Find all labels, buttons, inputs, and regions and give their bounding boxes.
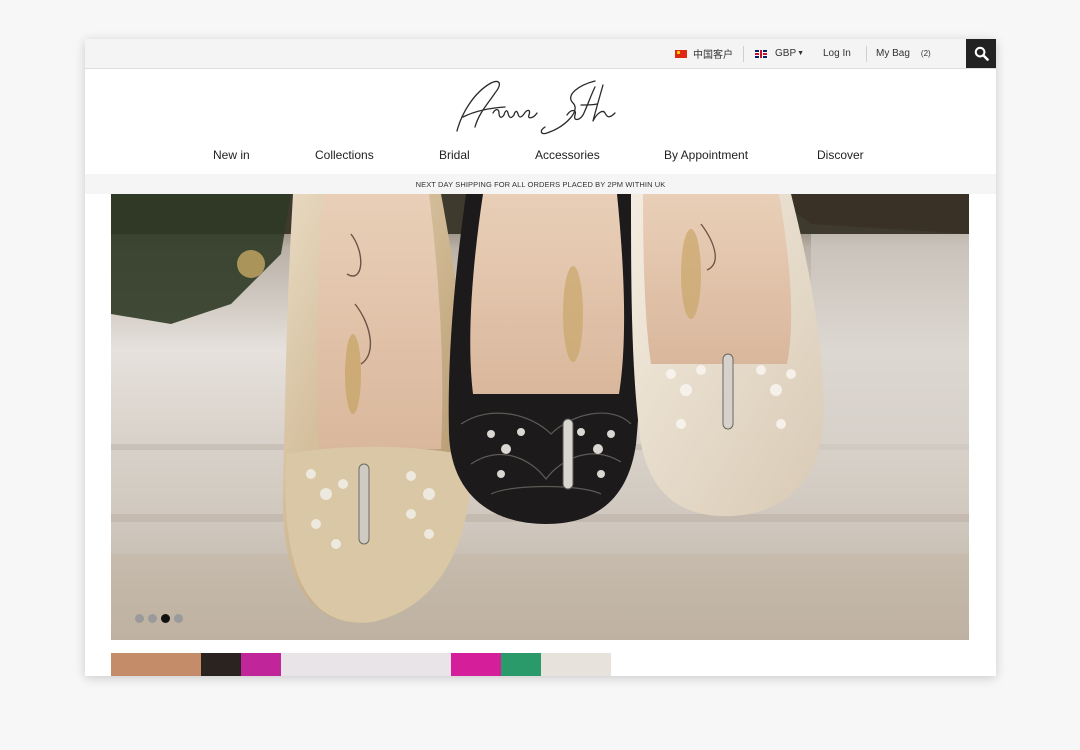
nav-item-collections[interactable]: Collections bbox=[315, 148, 374, 162]
currency-selector[interactable]: GBP ▼ bbox=[755, 39, 804, 68]
nav-item-discover[interactable]: Discover bbox=[817, 148, 864, 162]
my-bag-label: My Bag bbox=[876, 48, 910, 59]
hero-shoes-image bbox=[111, 194, 969, 640]
nav-item-accessories[interactable]: Accessories bbox=[535, 148, 600, 162]
china-customers-link[interactable]: 中国客户 bbox=[675, 39, 733, 68]
currency-label: GBP bbox=[775, 48, 797, 59]
nav-item-by-appointment[interactable]: By Appointment bbox=[664, 148, 748, 162]
divider bbox=[743, 46, 744, 62]
hero-slideshow[interactable] bbox=[111, 194, 969, 640]
slide-dot[interactable] bbox=[148, 614, 157, 623]
login-link[interactable]: Log In bbox=[823, 39, 851, 68]
nav-item-bridal[interactable]: Bridal bbox=[439, 148, 470, 162]
slide-dot[interactable] bbox=[135, 614, 144, 623]
search-icon bbox=[974, 46, 989, 61]
bag-count-badge: (2) bbox=[920, 49, 931, 58]
divider bbox=[866, 46, 867, 62]
colorful-shoes-image bbox=[111, 653, 611, 676]
brand-logo[interactable] bbox=[455, 75, 625, 139]
brand-logo-signature bbox=[456, 80, 616, 135]
china-flag-icon bbox=[675, 49, 687, 58]
caret-down-icon: ▼ bbox=[797, 50, 805, 57]
uk-flag-icon bbox=[755, 49, 767, 58]
shipping-banner: NEXT DAY SHIPPING FOR ALL ORDERS PLACED … bbox=[85, 174, 996, 194]
my-bag-link[interactable]: My Bag (2) bbox=[876, 39, 931, 68]
promo-tile-image[interactable] bbox=[111, 653, 611, 676]
main-navigation: New in Collections Bridal Accessories By… bbox=[85, 148, 996, 168]
china-customers-label: 中国客户 bbox=[693, 50, 733, 61]
slide-dot[interactable] bbox=[174, 614, 183, 623]
utility-bar: 中国客户 GBP ▼ Log In My Bag (2) bbox=[85, 39, 996, 69]
slide-dot-active[interactable] bbox=[161, 614, 170, 623]
shipping-banner-text: NEXT DAY SHIPPING FOR ALL ORDERS PLACED … bbox=[415, 179, 666, 189]
slideshow-pagination bbox=[135, 614, 183, 623]
login-label: Log In bbox=[823, 48, 851, 59]
search-button[interactable] bbox=[966, 39, 996, 68]
nav-item-new-in[interactable]: New in bbox=[213, 148, 250, 162]
browser-page: 中国客户 GBP ▼ Log In My Bag (2) New in Coll… bbox=[85, 39, 996, 676]
